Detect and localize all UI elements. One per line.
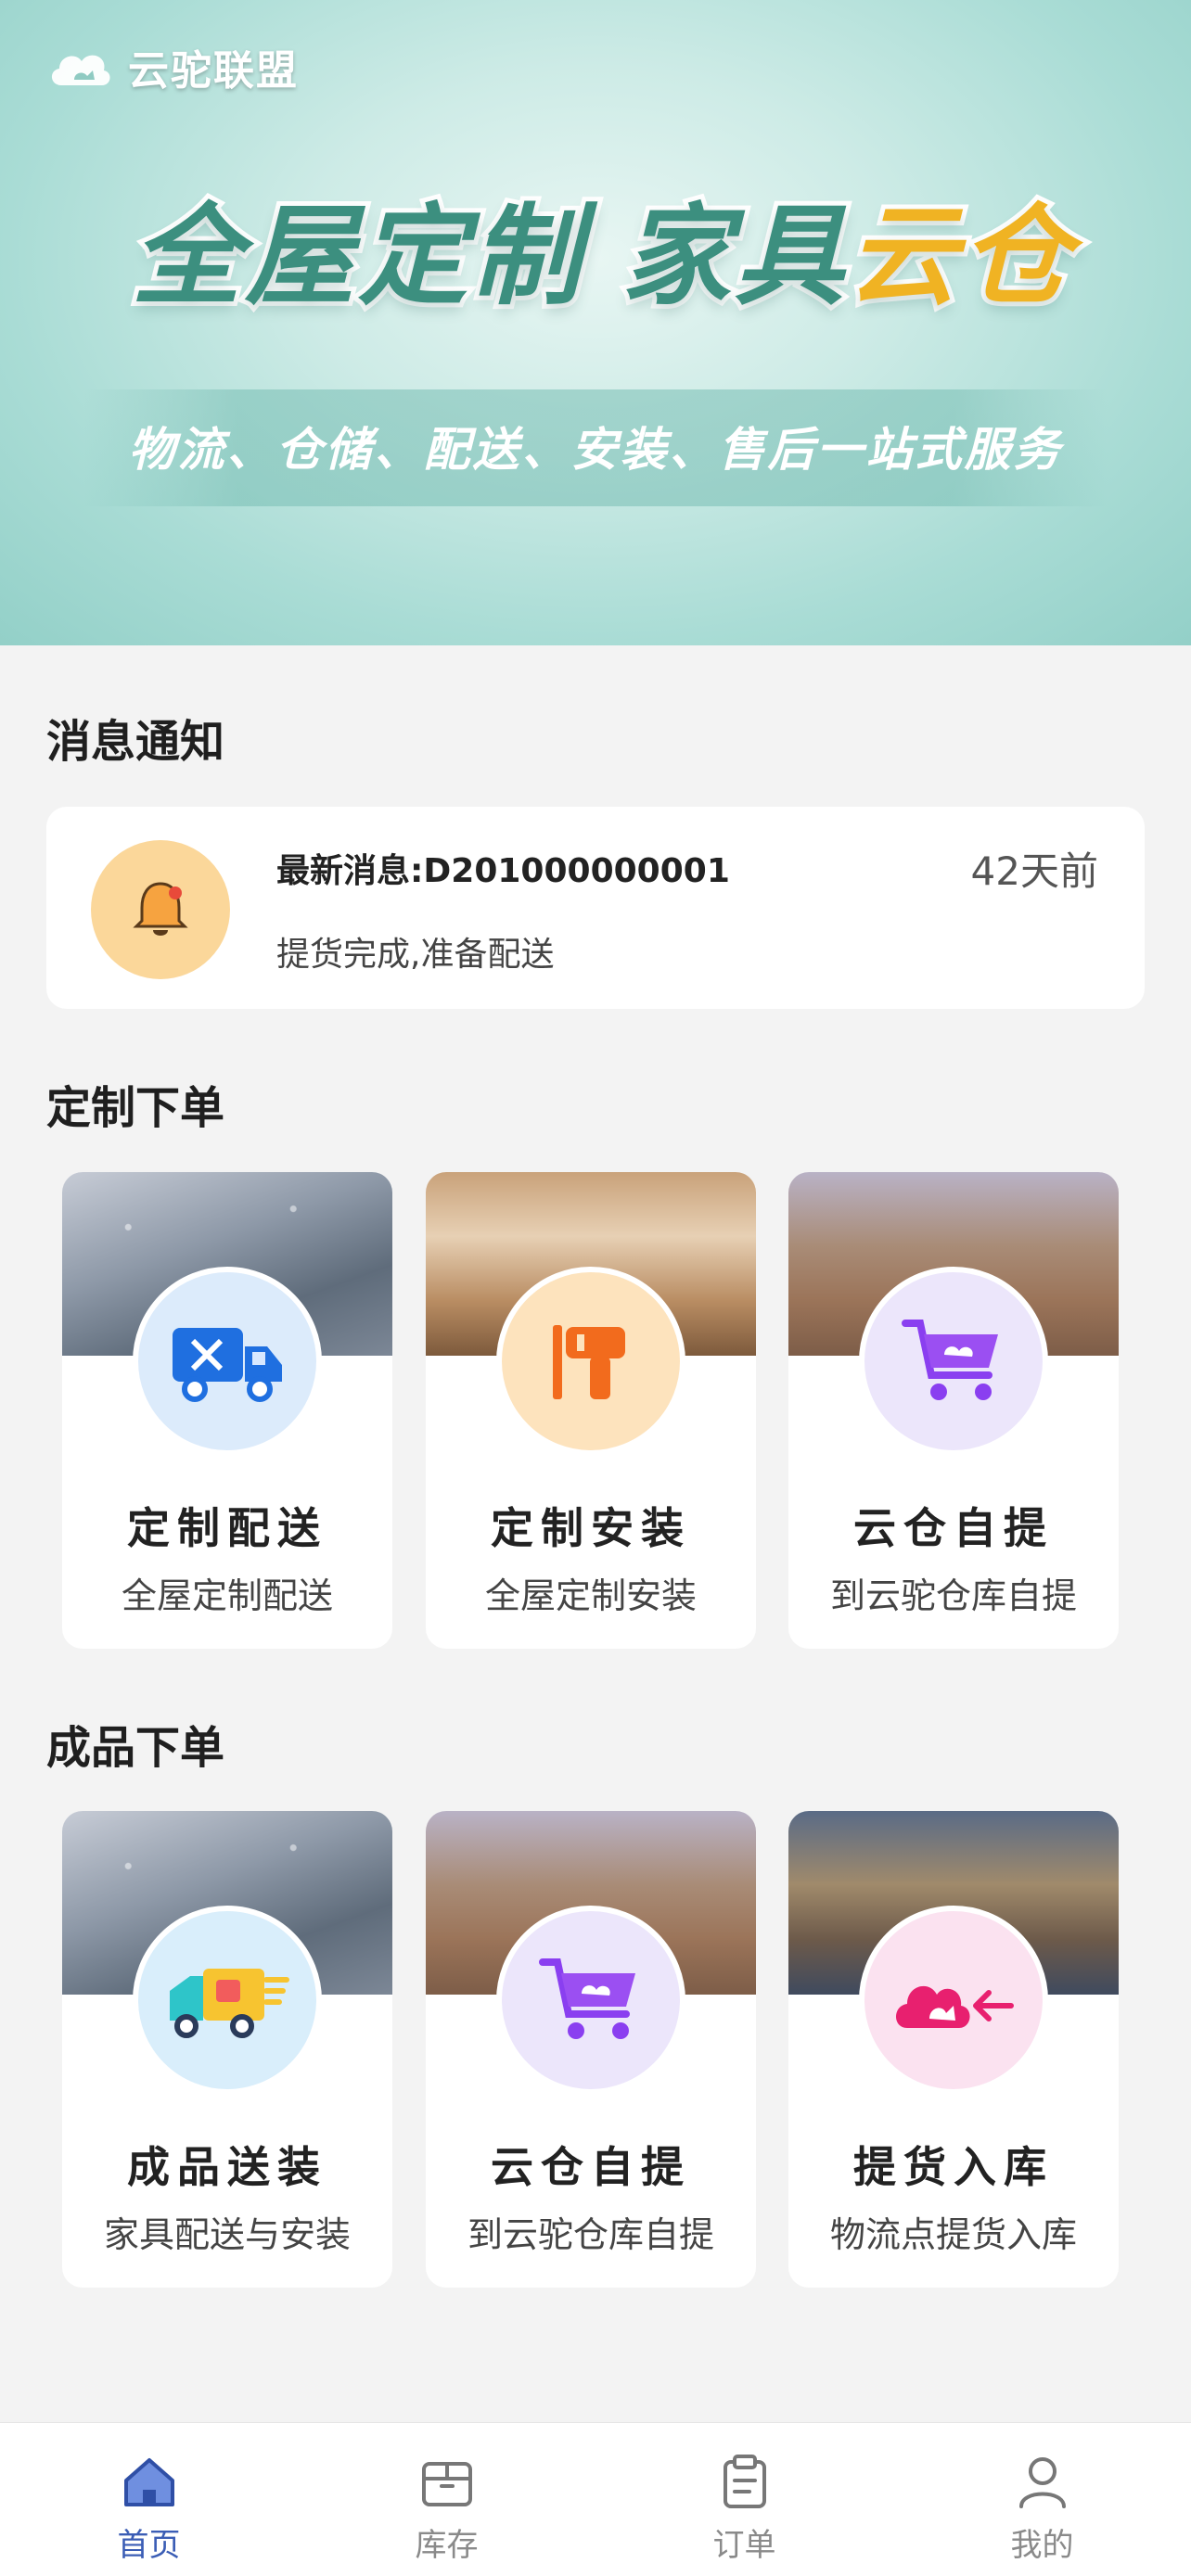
card-subtitle: 家具配送与安装 bbox=[103, 2214, 351, 2255]
cart-icon bbox=[902, 1320, 998, 1400]
finished-order-section-title: 成品下单 bbox=[46, 1722, 225, 1774]
hero-banner: 云驼联盟 全屋定制 家具云仓 物流、仓储、配送、安装、售后一站式服务 bbox=[0, 0, 1191, 645]
card-icon-circle bbox=[859, 1906, 1048, 2095]
card-icon-circle bbox=[496, 1906, 685, 2095]
fast-truck-icon bbox=[170, 1969, 289, 2038]
card-subtitle: 物流点提货入库 bbox=[829, 2214, 1077, 2255]
headline-part2b: 云仓 bbox=[843, 187, 1075, 325]
card-title: 云仓自提 bbox=[853, 1503, 1054, 1553]
cart-icon bbox=[539, 1958, 635, 2039]
notification-body: 提货完成,准备配送 bbox=[276, 936, 555, 974]
notification-time: 42天前 bbox=[970, 848, 1098, 894]
card-icon-circle bbox=[859, 1267, 1048, 1456]
headline-part2: 家具云仓 bbox=[617, 167, 1075, 325]
clipboard-icon bbox=[723, 2455, 766, 2508]
card-icon-circle bbox=[496, 1267, 685, 1456]
tab-profile[interactable]: 我的 bbox=[893, 2423, 1191, 2576]
notification-title: 最新消息:D201000000001 bbox=[276, 852, 730, 890]
card-custom-install[interactable]: 定制安装 全屋定制安装 bbox=[426, 1172, 756, 1649]
tab-inventory[interactable]: 库存 bbox=[298, 2423, 596, 2576]
tab-label: 库存 bbox=[415, 2527, 479, 2564]
card-finished-delivery[interactable]: 成品送装 家具配送与安装 bbox=[62, 1811, 392, 2288]
headline-part1: 全屋定制 bbox=[127, 187, 585, 325]
bell-icon bbox=[133, 882, 188, 936]
headline-part2a: 家具 bbox=[617, 187, 849, 325]
card-subtitle: 全屋定制安装 bbox=[484, 1575, 697, 1616]
cloud-inbound-icon bbox=[896, 1985, 1014, 2028]
tab-home[interactable]: 首页 bbox=[0, 2423, 298, 2576]
home-icon bbox=[123, 2458, 174, 2506]
tab-label: 首页 bbox=[117, 2527, 181, 2564]
card-subtitle: 到云驼仓库自提 bbox=[467, 2214, 714, 2255]
card-title: 提货入库 bbox=[853, 2142, 1054, 2192]
card-finished-pickup[interactable]: 云仓自提 到云驼仓库自提 bbox=[426, 1811, 756, 2288]
card-icon-circle bbox=[133, 1267, 322, 1456]
box-icon bbox=[421, 2462, 472, 2506]
card-title: 云仓自提 bbox=[491, 2142, 691, 2192]
banner-headline: 全屋定制 家具云仓 bbox=[111, 176, 1095, 325]
tab-label: 我的 bbox=[1010, 2527, 1074, 2564]
card-subtitle: 到云驼仓库自提 bbox=[829, 1575, 1077, 1616]
card-finished-inbound[interactable]: 提货入库 物流点提货入库 bbox=[788, 1811, 1119, 2288]
card-icon-circle bbox=[133, 1906, 322, 2095]
card-custom-delivery[interactable]: 定制配送 全屋定制配送 bbox=[62, 1172, 392, 1649]
card-title: 成品送装 bbox=[127, 2142, 327, 2192]
tab-orders[interactable]: 订单 bbox=[596, 2423, 893, 2576]
card-title: 定制安装 bbox=[491, 1503, 691, 1553]
notifications-section-title: 消息通知 bbox=[46, 716, 225, 768]
cloud-logo-icon bbox=[51, 55, 110, 85]
custom-order-section-title: 定制下单 bbox=[46, 1082, 225, 1134]
bell-icon-wrap bbox=[91, 840, 230, 979]
card-title: 定制配送 bbox=[127, 1503, 327, 1553]
brand-name: 云驼联盟 bbox=[128, 47, 299, 95]
bottom-tab-bar: 首页 库存 订单 我的 bbox=[0, 2422, 1191, 2576]
delivery-truck-icon bbox=[173, 1328, 282, 1402]
card-subtitle: 全屋定制配送 bbox=[121, 1575, 333, 1616]
tab-label: 订单 bbox=[712, 2527, 776, 2564]
brand-logo: 云驼联盟 bbox=[46, 37, 299, 96]
banner-subline: 物流、仓储、配送、安装、售后一站式服务 bbox=[128, 423, 1063, 477]
notification-card[interactable]: 最新消息:D201000000001 42天前 提货完成,准备配送 bbox=[46, 807, 1145, 1009]
user-icon bbox=[1018, 2457, 1066, 2508]
drill-icon bbox=[553, 1325, 625, 1399]
card-custom-pickup[interactable]: 云仓自提 到云驼仓库自提 bbox=[788, 1172, 1119, 1649]
